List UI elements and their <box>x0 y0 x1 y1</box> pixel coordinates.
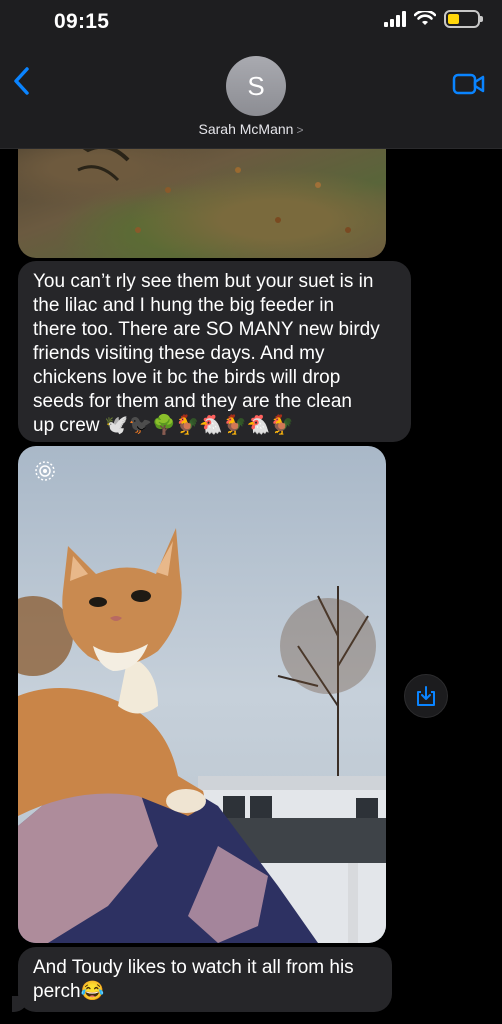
back-chevron-icon[interactable] <box>12 66 32 96</box>
message-image-yard[interactable] <box>18 130 386 258</box>
save-icon <box>417 686 435 706</box>
message-line: You can’t rly see them but your suet is … <box>33 271 374 292</box>
yard-photo-illustration <box>27 134 351 233</box>
status-icons <box>384 10 483 28</box>
signal-icon <box>384 11 406 27</box>
message-line: friends visiting these days. And my <box>33 343 325 364</box>
message-bubble-incoming[interactable]: And Toudy likes to watch it all from his… <box>12 947 392 1012</box>
message-line: seeds for them and they are the clean <box>33 391 352 412</box>
contact-name: Sarah McMann <box>198 121 294 137</box>
battery-icon <box>444 10 483 28</box>
save-image-button[interactable] <box>404 674 448 718</box>
chevron-right-icon: > <box>296 123 304 137</box>
message-bubble-incoming[interactable]: You can’t rly see them but your suet is … <box>18 261 411 442</box>
message-line: chickens love it bc the birds will drop <box>33 367 341 388</box>
bubble-tail <box>12 996 28 1012</box>
conversation-header: 09:15 S Sarah McMann > <box>0 0 502 149</box>
message-line: there too. There are SO MANY new birdy <box>33 319 380 340</box>
cat-photo-illustration <box>18 528 386 943</box>
wifi-icon <box>414 11 436 25</box>
avatar-initial: S <box>247 70 265 101</box>
message-line: And Toudy likes to watch it all from his <box>33 957 354 978</box>
video-call-icon[interactable] <box>452 72 486 96</box>
message-line: up crew 🕊️🐦‍⬛🌳🐓🐔🐓🐔🐓 <box>33 415 295 436</box>
live-photo-icon[interactable] <box>34 460 56 482</box>
avatar[interactable]: S <box>226 56 286 116</box>
message-image-cat[interactable] <box>18 446 386 943</box>
contact-name-button[interactable]: Sarah McMann > <box>0 121 502 137</box>
status-time: 09:15 <box>54 10 110 33</box>
message-line: the lilac and I hung the big feeder in <box>33 295 335 316</box>
message-line: perch😂 <box>33 981 105 1002</box>
